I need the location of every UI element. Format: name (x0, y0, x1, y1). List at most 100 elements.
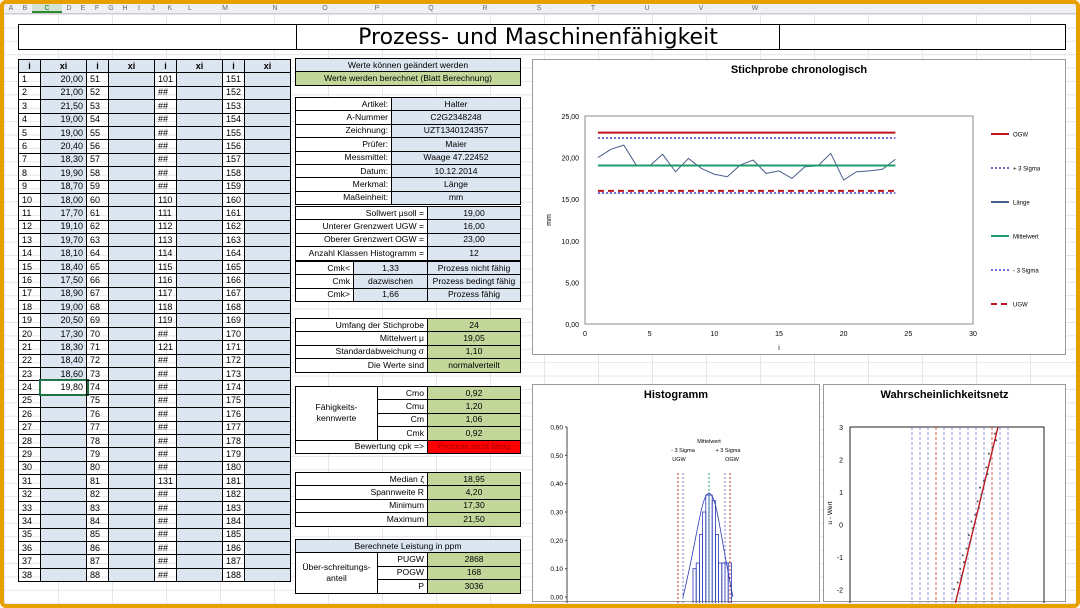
cell-value[interactable] (176, 474, 224, 489)
cell-value[interactable] (108, 246, 155, 261)
cell-value[interactable] (176, 500, 224, 516)
cell-value[interactable] (176, 460, 224, 476)
cell-value[interactable] (108, 420, 155, 435)
cell-value[interactable] (244, 380, 292, 395)
cell-value[interactable] (108, 527, 155, 543)
cell-value[interactable]: 19,00 (40, 112, 87, 127)
cell-value[interactable] (108, 85, 155, 101)
cell-value[interactable] (176, 407, 224, 422)
cell-value[interactable] (244, 460, 292, 476)
cell-value[interactable] (108, 514, 155, 529)
cell-value[interactable] (176, 554, 224, 569)
cell-value[interactable] (108, 433, 155, 449)
column-letter-h[interactable]: H (118, 4, 132, 13)
column-letter-u[interactable]: U (620, 4, 674, 13)
cell-value[interactable]: 19,10 (40, 219, 87, 235)
cell-value[interactable]: 21,00 (40, 85, 87, 101)
cell-value[interactable] (108, 447, 155, 462)
cell-value[interactable] (244, 125, 292, 141)
cell-value[interactable] (108, 233, 155, 248)
cell-value[interactable] (244, 554, 292, 569)
cell-value[interactable] (176, 259, 224, 275)
cell-value[interactable] (108, 474, 155, 489)
cell-value[interactable] (108, 259, 155, 275)
cell-value[interactable] (176, 246, 224, 261)
cell-value[interactable] (108, 112, 155, 127)
cell-value[interactable] (40, 420, 87, 435)
cell-value[interactable] (176, 219, 224, 235)
cell-value[interactable] (176, 85, 224, 101)
cell-value[interactable]: 19,90 (40, 166, 87, 181)
info-value[interactable]: Maier (391, 137, 521, 152)
cell-value[interactable] (244, 420, 292, 435)
cell-value[interactable] (108, 99, 155, 114)
cell-value[interactable]: 19,80 (38, 378, 89, 397)
column-letter-d[interactable]: D (62, 4, 76, 13)
info-value[interactable]: Länge (391, 177, 521, 192)
cell-value[interactable] (176, 166, 224, 181)
cell-value[interactable]: 20,00 (40, 72, 87, 87)
cell-value[interactable] (108, 179, 155, 194)
cell-value[interactable] (244, 179, 292, 194)
cell-value[interactable] (176, 567, 224, 583)
cell-value[interactable] (244, 313, 292, 328)
cell-value[interactable] (244, 527, 292, 543)
cell-value[interactable] (176, 300, 224, 315)
probability-panel[interactable]: Wahrscheinlichkeitsnetz -2 -1 0 1 2 3 u - Wert (823, 384, 1066, 608)
cell-value[interactable] (176, 326, 224, 342)
cell-value[interactable] (40, 554, 87, 569)
cell-value[interactable] (244, 300, 292, 315)
cell-value[interactable] (244, 152, 292, 168)
cell-value[interactable] (108, 487, 155, 502)
cell-value[interactable] (108, 366, 155, 382)
cell-value[interactable] (176, 179, 224, 194)
column-letter-c[interactable]: C (32, 4, 62, 13)
cell-value[interactable] (244, 139, 292, 154)
cell-value[interactable] (108, 554, 155, 569)
cell-value[interactable] (176, 541, 224, 556)
cell-value[interactable] (176, 273, 224, 288)
cell-value[interactable] (176, 353, 224, 368)
cell-value[interactable] (244, 219, 292, 235)
cell-value[interactable]: 19,00 (40, 300, 87, 315)
cell-value[interactable] (176, 393, 224, 409)
cell-value[interactable] (40, 514, 87, 529)
cell-value[interactable] (244, 433, 292, 449)
cell-value[interactable] (40, 433, 87, 449)
cell-value[interactable]: 18,70 (40, 179, 87, 194)
cell-value[interactable] (244, 474, 292, 489)
cmk-threshold[interactable]: 1,33 (353, 260, 428, 276)
cell-value[interactable] (244, 99, 292, 114)
cell-value[interactable] (244, 353, 292, 368)
cell-value[interactable]: 19,00 (40, 125, 87, 141)
cell-value[interactable]: 18,40 (40, 259, 87, 275)
info-value[interactable]: C2G2348248 (391, 110, 521, 125)
cell-value[interactable] (176, 313, 224, 328)
cmk-threshold[interactable]: 1,66 (353, 287, 428, 303)
cell-value[interactable] (40, 474, 87, 489)
cell-value[interactable] (244, 393, 292, 409)
cell-value[interactable] (176, 139, 224, 154)
cell-value[interactable]: 19,70 (40, 233, 87, 248)
column-letter-f[interactable]: F (90, 4, 104, 13)
cell-value[interactable]: 21,50 (40, 99, 87, 114)
cell-value[interactable] (40, 393, 87, 409)
cmk-threshold[interactable]: dazwischen (353, 274, 428, 289)
cell-value[interactable] (176, 152, 224, 168)
column-letter-k[interactable]: K (160, 4, 180, 13)
column-letter-t[interactable]: T (566, 4, 620, 13)
cell-value[interactable]: 18,10 (40, 246, 87, 261)
cell-value[interactable] (108, 407, 155, 422)
cell-value[interactable] (176, 206, 224, 221)
limit-value[interactable]: 23,00 (427, 232, 521, 248)
cell-value[interactable] (108, 166, 155, 181)
cell-value[interactable] (108, 286, 155, 302)
cell-value[interactable] (108, 300, 155, 315)
cell-value[interactable] (40, 527, 87, 543)
cell-value[interactable] (108, 219, 155, 235)
cell-value[interactable] (108, 206, 155, 221)
cell-value[interactable] (244, 567, 292, 583)
cell-value[interactable]: 17,50 (40, 273, 87, 288)
cell-value[interactable] (108, 139, 155, 154)
cell-value[interactable] (108, 152, 155, 168)
